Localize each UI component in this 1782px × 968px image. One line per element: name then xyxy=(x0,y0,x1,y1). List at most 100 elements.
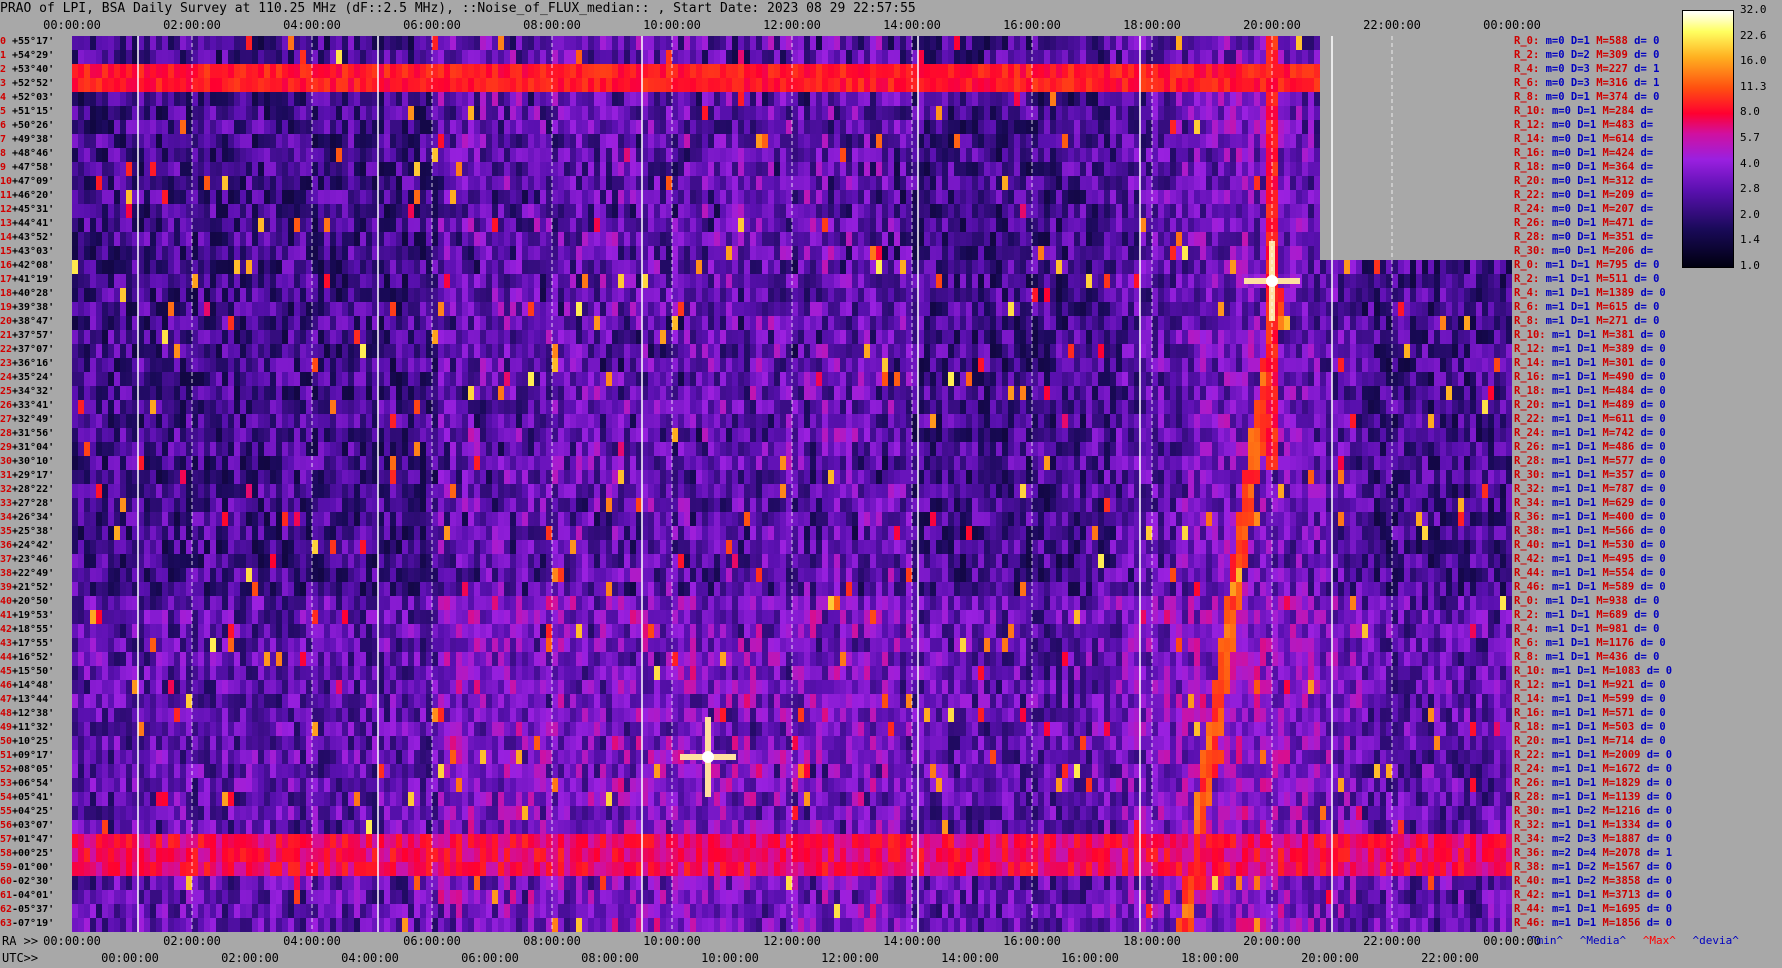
heatmap-cell xyxy=(120,260,127,275)
heatmap-cell xyxy=(1176,64,1183,79)
heatmap-cell xyxy=(624,274,631,289)
heatmap-cell xyxy=(246,218,253,233)
heatmap-cell xyxy=(552,148,559,163)
heatmap-cell xyxy=(228,190,235,205)
heatmap-cell xyxy=(186,218,193,233)
heatmap-cell xyxy=(666,64,673,79)
heatmap-cell xyxy=(654,106,661,121)
heatmap-cell xyxy=(714,176,721,191)
heatmap-cell xyxy=(1308,316,1315,331)
heatmap-cell xyxy=(1470,330,1477,345)
heatmap-cell xyxy=(504,204,511,219)
heatmap-cell xyxy=(690,36,697,51)
heatmap-cell xyxy=(1152,120,1159,135)
heatmap-cell xyxy=(1464,316,1471,331)
heatmap-cell xyxy=(174,162,181,177)
heatmap-cell xyxy=(102,78,109,93)
heatmap-cell xyxy=(138,190,145,205)
heatmap-cell xyxy=(1194,106,1201,121)
heatmap-cell xyxy=(330,92,337,107)
heatmap-cell xyxy=(738,288,745,303)
heatmap-cell xyxy=(762,288,769,303)
heatmap-cell xyxy=(276,120,283,135)
heatmap-cell xyxy=(576,274,583,289)
heatmap-cell xyxy=(906,302,913,317)
heatmap-cell xyxy=(1218,134,1225,149)
dec-value: +32°49' xyxy=(12,414,55,425)
heatmap-cell xyxy=(192,246,199,261)
heatmap-cell xyxy=(168,190,175,205)
heatmap-cell xyxy=(1104,260,1111,275)
heatmap-cell xyxy=(1410,302,1417,317)
heatmap-cell xyxy=(1020,218,1027,233)
heatmap-cell xyxy=(426,50,433,65)
heatmap-cell xyxy=(1152,148,1159,163)
dec-value: -05°37' xyxy=(12,904,55,915)
heatmap-cell xyxy=(420,36,427,51)
heatmap-cell xyxy=(1176,260,1183,275)
heatmap-cell xyxy=(186,246,193,261)
heatmap-cell xyxy=(246,36,253,51)
heatmap-cell xyxy=(414,148,421,163)
heatmap-cell xyxy=(462,316,469,331)
heatmap-cell xyxy=(1200,316,1207,331)
heatmap-cell xyxy=(102,36,109,51)
heatmap-cell xyxy=(534,246,541,261)
heatmap-cell xyxy=(774,330,781,345)
heatmap-cell xyxy=(918,162,925,177)
heatmap-cell xyxy=(102,50,109,65)
heatmap-cell xyxy=(888,176,895,191)
heatmap-cell xyxy=(156,302,163,317)
heatmap-cell xyxy=(666,148,673,163)
heatmap-cell xyxy=(570,50,577,65)
heatmap-cell xyxy=(1020,176,1027,191)
heatmap-cell xyxy=(102,190,109,205)
heatmap-cell xyxy=(1176,134,1183,149)
heatmap-cell xyxy=(1002,162,1009,177)
heatmap-cell xyxy=(1080,246,1087,261)
heatmap-cell xyxy=(198,330,205,345)
heatmap-cell xyxy=(828,316,835,331)
heatmap-cell xyxy=(306,302,313,317)
heatmap-cell xyxy=(252,302,259,317)
heatmap-cell xyxy=(846,330,853,345)
heatmap-cell xyxy=(306,246,313,261)
heatmap-cell xyxy=(462,92,469,107)
heatmap-cell xyxy=(558,274,565,289)
heatmap-cell xyxy=(696,78,703,93)
heatmap-cell xyxy=(792,64,799,79)
heatmap-cell xyxy=(516,120,523,135)
heatmap-cell xyxy=(1038,162,1045,177)
heatmap-cell xyxy=(300,148,307,163)
heatmap-cell xyxy=(450,148,457,163)
heatmap-cell xyxy=(798,134,805,149)
heatmap-cell xyxy=(468,246,475,261)
heatmap-cell xyxy=(1086,302,1093,317)
heatmap-cell xyxy=(852,302,859,317)
heatmap-cell xyxy=(618,288,625,303)
heatmap-cell xyxy=(1086,78,1093,93)
heatmap-cell xyxy=(1170,36,1177,51)
heatmap-cell xyxy=(1032,274,1039,289)
heatmap-cell xyxy=(1254,288,1261,303)
heatmap-cell xyxy=(810,162,817,177)
heatmap-cell xyxy=(462,274,469,289)
heatmap-cell xyxy=(492,50,499,65)
heatmap-cell xyxy=(792,148,799,163)
heatmap-cell xyxy=(228,274,235,289)
heatmap-cell xyxy=(162,120,169,135)
heatmap-cell xyxy=(1044,190,1051,205)
heatmap-cell xyxy=(1254,218,1261,233)
dec-index: 17 xyxy=(0,274,13,285)
heatmap-cell xyxy=(144,120,151,135)
heatmap-cell xyxy=(168,92,175,107)
heatmap-cell xyxy=(780,246,787,261)
heatmap-cell xyxy=(324,204,331,219)
heatmap-cell xyxy=(1302,162,1309,177)
heatmap-cell xyxy=(1176,302,1183,317)
heatmap-cell xyxy=(78,162,85,177)
heatmap-cell xyxy=(384,218,391,233)
heatmap-cell xyxy=(696,134,703,149)
heatmap-cell xyxy=(282,330,289,345)
heatmap-cell xyxy=(1314,288,1321,303)
